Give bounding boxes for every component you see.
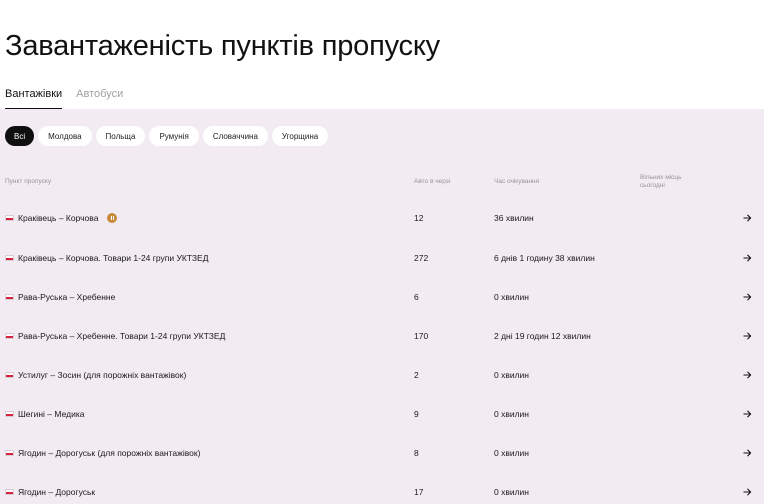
filter-all[interactable]: Всі <box>5 126 35 146</box>
checkpoint-cell: Краківець – Корчова. Товари 1-24 групи У… <box>5 253 208 263</box>
country-filters: Всі Молдова Польща Румунія Словаччина Уг… <box>5 126 329 146</box>
wait-time: 36 хвилин <box>494 213 534 223</box>
wait-time: 6 днів 1 годину 38 хвилин <box>494 253 595 263</box>
filter-slovakia[interactable]: Словаччина <box>202 126 268 146</box>
arrow-right-icon[interactable] <box>743 214 752 223</box>
arrow-right-icon[interactable] <box>743 293 752 302</box>
poland-flag-icon <box>5 489 14 495</box>
wait-time: 2 дні 19 годин 12 хвилин <box>494 331 591 341</box>
checkpoint-name: Ягодин – Дорогуськ <box>18 487 96 497</box>
checkpoint-name: Краківець – Корчова <box>18 213 99 223</box>
poland-flag-icon <box>5 411 14 417</box>
queue-count: 12 <box>414 213 424 223</box>
poland-flag-icon <box>5 215 14 221</box>
queue-count: 9 <box>414 409 419 419</box>
table-row[interactable]: Шегині – Медика 9 0 хвилин <box>0 404 764 424</box>
arrow-right-icon[interactable] <box>743 254 752 263</box>
tab-trucks[interactable]: Вантажівки <box>5 88 63 109</box>
checkpoint-name: Ягодин – Дорогуськ (для порожніх вантажі… <box>18 448 201 458</box>
tab-buses[interactable]: Автобуси <box>76 88 123 109</box>
checkpoints-panel: Всі Молдова Польща Румунія Словаччина Уг… <box>0 109 764 504</box>
table-row[interactable]: Ягодин – Дорогуськ 17 0 хвилин <box>0 482 764 502</box>
arrow-right-icon[interactable] <box>743 332 752 341</box>
filter-hungary[interactable]: Угорщина <box>271 126 329 146</box>
poland-flag-icon <box>5 372 14 378</box>
arrow-right-icon[interactable] <box>743 449 752 458</box>
checkpoint-name: Шегині – Медика <box>18 409 85 419</box>
poland-flag-icon <box>5 450 14 456</box>
header-free-slots: Вільних місць сьогодні <box>640 174 682 189</box>
wait-time: 0 хвилин <box>494 487 530 497</box>
vehicle-tabs: Вантажівки Автобуси <box>5 88 123 109</box>
checkpoint-name: Рава-Руська – Хребенне <box>18 292 116 302</box>
queue-count: 2 <box>414 370 419 380</box>
arrow-right-icon[interactable] <box>743 371 752 380</box>
checkpoint-cell: Шегині – Медика <box>5 409 84 419</box>
queue-count: 170 <box>414 331 429 341</box>
poland-flag-icon <box>5 255 14 261</box>
checkpoint-name: Устилуг – Зосин (для порожніх вантажівок… <box>18 370 187 380</box>
queue-count: 6 <box>414 292 419 302</box>
pause-icon <box>107 213 118 223</box>
queue-count: 8 <box>414 448 419 458</box>
filter-poland[interactable]: Польща <box>95 126 146 146</box>
checkpoint-cell: Краківець – Корчова <box>5 213 118 223</box>
queue-count: 272 <box>414 253 429 263</box>
header-checkpoint: Пункт пропуску <box>5 178 52 185</box>
table-row[interactable]: Краківець – Корчова 12 36 хвилин <box>0 208 764 228</box>
page-title: Завантаженість пунктів пропуску <box>5 30 440 62</box>
wait-time: 0 хвилин <box>494 409 530 419</box>
table-row[interactable]: Рава-Руська – Хребенне. Товари 1-24 груп… <box>0 326 764 346</box>
checkpoint-name: Краківець – Корчова. Товари 1-24 групи У… <box>18 253 209 263</box>
checkpoint-cell: Ягодин – Дорогуськ (для порожніх вантажі… <box>5 448 200 458</box>
arrow-right-icon[interactable] <box>743 410 752 419</box>
wait-time: 0 хвилин <box>494 292 530 302</box>
table-row[interactable]: Устилуг – Зосин (для порожніх вантажівок… <box>0 365 764 385</box>
poland-flag-icon <box>5 294 14 300</box>
table-row[interactable]: Ягодин – Дорогуськ (для порожніх вантажі… <box>0 443 764 463</box>
table-row[interactable]: Рава-Руська – Хребенне 6 0 хвилин <box>0 287 764 307</box>
checkpoint-cell: Рава-Руська – Хребенне. Товари 1-24 груп… <box>5 331 225 341</box>
checkpoint-name: Рава-Руська – Хребенне. Товари 1-24 груп… <box>18 331 226 341</box>
poland-flag-icon <box>5 333 14 339</box>
queue-count: 17 <box>414 487 424 497</box>
checkpoint-cell: Рава-Руська – Хребенне <box>5 292 115 302</box>
checkpoint-cell: Ягодин – Дорогуськ <box>5 487 95 497</box>
arrow-right-icon[interactable] <box>743 488 752 497</box>
filter-moldova[interactable]: Молдова <box>38 126 92 146</box>
header-wait-time: Час очікування <box>494 178 540 185</box>
header-queue: Авто в черзі <box>414 178 451 185</box>
filter-romania[interactable]: Румунія <box>149 126 199 146</box>
wait-time: 0 хвилин <box>494 370 530 380</box>
table-row[interactable]: Краківець – Корчова. Товари 1-24 групи У… <box>0 248 764 268</box>
checkpoint-cell: Устилуг – Зосин (для порожніх вантажівок… <box>5 370 186 380</box>
wait-time: 0 хвилин <box>494 448 530 458</box>
